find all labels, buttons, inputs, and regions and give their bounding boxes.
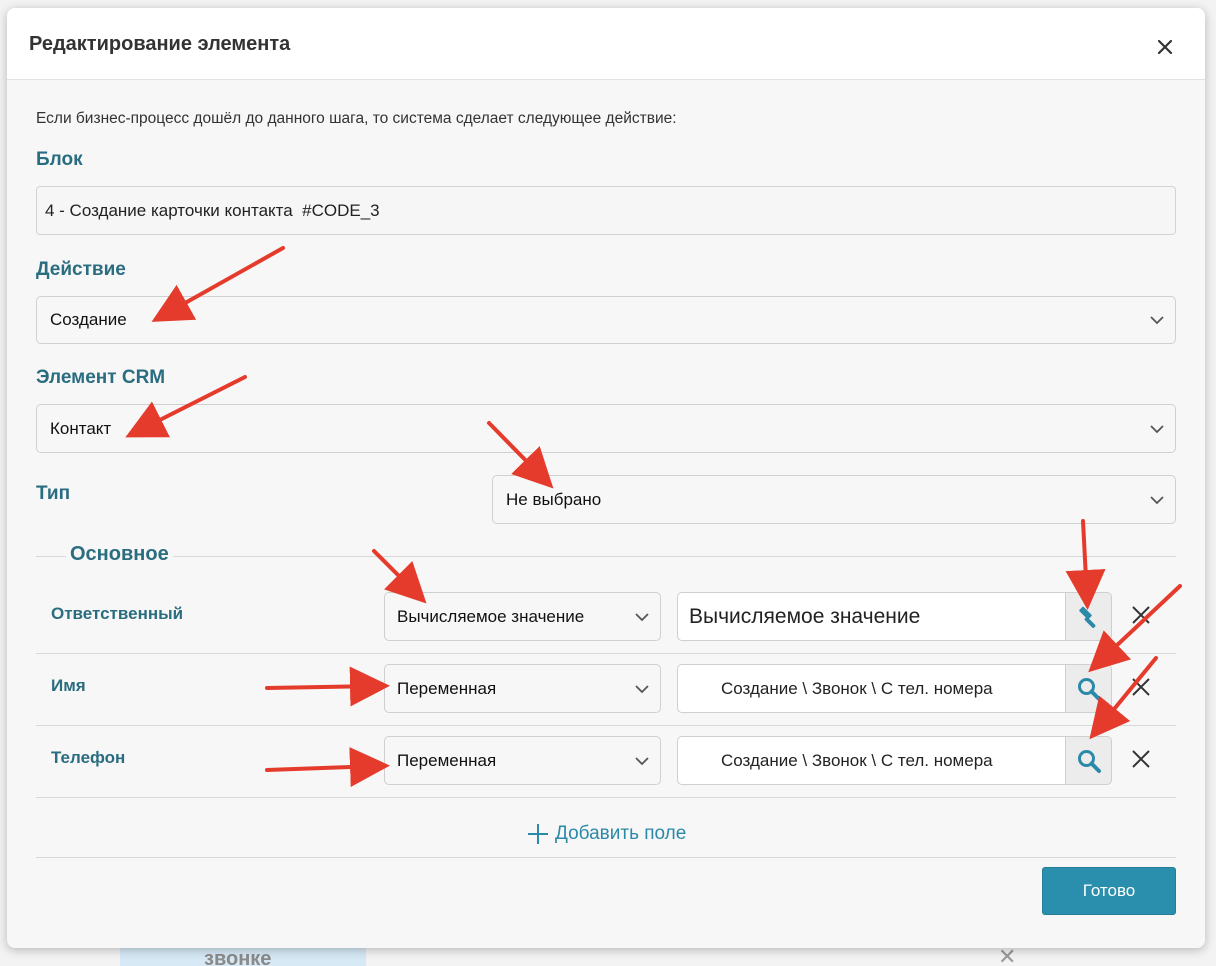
edit-element-dialog: Редактирование элемента Если бизнес-проц… bbox=[7, 8, 1205, 948]
block-value: 4 - Создание карточки контакта #CODE_3 bbox=[45, 200, 380, 220]
dialog-header: Редактирование элемента bbox=[7, 8, 1205, 80]
group-border bbox=[36, 556, 1176, 557]
footer-divider bbox=[36, 857, 1176, 858]
crm-element-select[interactable]: Контакт bbox=[36, 404, 1176, 453]
close-icon bbox=[1132, 750, 1150, 768]
phone-value-field[interactable]: Создание \ Звонок \ С тел. номера bbox=[677, 736, 1066, 785]
type-value: Не выбрано bbox=[506, 489, 602, 509]
type-select[interactable]: Не выбрано bbox=[492, 475, 1176, 524]
type-label: Тип bbox=[36, 483, 71, 504]
add-field-button[interactable]: Добавить поле bbox=[527, 823, 686, 845]
responsible-remove-button[interactable] bbox=[1130, 604, 1152, 626]
name-search-button[interactable] bbox=[1066, 664, 1112, 713]
done-button[interactable]: Готово bbox=[1042, 867, 1176, 915]
phone-value: Создание \ Звонок \ С тел. номера bbox=[721, 750, 993, 770]
action-value: Создание bbox=[50, 310, 127, 329]
responsible-mode-value: Вычисляемое значение bbox=[397, 606, 585, 626]
responsible-value: Вычисляемое значение bbox=[689, 604, 921, 628]
phone-mode-value: Переменная bbox=[397, 750, 497, 770]
close-icon bbox=[1132, 678, 1150, 696]
close-icon bbox=[1132, 606, 1150, 624]
crm-element-value: Контакт bbox=[50, 418, 112, 438]
phone-search-button[interactable] bbox=[1066, 736, 1112, 785]
name-remove-button[interactable] bbox=[1130, 676, 1152, 698]
row-label-phone: Телефон bbox=[51, 748, 126, 767]
action-label: Действие bbox=[36, 259, 126, 280]
name-value-field[interactable]: Создание \ Звонок \ С тел. номера bbox=[677, 664, 1066, 713]
row-divider bbox=[36, 725, 1176, 726]
add-field-label: Добавить поле bbox=[555, 823, 687, 844]
phone-remove-button[interactable] bbox=[1130, 748, 1152, 770]
block-field: 4 - Создание карточки контакта #CODE_3 bbox=[36, 186, 1176, 235]
row-label-responsible: Ответственный bbox=[51, 604, 184, 623]
intro-text: Если бизнес-процесс дошёл до данного шаг… bbox=[36, 110, 677, 127]
name-value: Создание \ Звонок \ С тел. номера bbox=[721, 678, 993, 698]
row-divider bbox=[36, 653, 1176, 654]
responsible-value-field[interactable]: Вычисляемое значение bbox=[677, 592, 1066, 641]
chevron-down-icon bbox=[1150, 316, 1164, 325]
phone-mode-select[interactable]: Переменная bbox=[384, 736, 661, 785]
group-legend: Основное bbox=[66, 543, 173, 566]
chevron-down-icon bbox=[1150, 495, 1164, 504]
search-icon bbox=[1077, 749, 1101, 773]
chevron-down-icon bbox=[635, 684, 649, 693]
dialog-title: Редактирование элемента bbox=[29, 33, 291, 55]
chevron-down-icon bbox=[635, 756, 649, 765]
responsible-mode-select[interactable]: Вычисляемое значение bbox=[384, 592, 661, 641]
close-icon bbox=[1157, 39, 1173, 55]
name-mode-value: Переменная bbox=[397, 678, 497, 698]
crm-element-label: Элемент CRM bbox=[36, 367, 166, 388]
chevron-down-icon bbox=[635, 612, 649, 621]
responsible-calc-button[interactable] bbox=[1066, 592, 1112, 641]
plus-icon bbox=[528, 824, 548, 844]
hammer-icon bbox=[1078, 606, 1095, 628]
row-divider bbox=[36, 797, 1176, 798]
close-button[interactable] bbox=[1153, 35, 1177, 59]
name-mode-select[interactable]: Переменная bbox=[384, 664, 661, 713]
block-label: Блок bbox=[36, 149, 83, 170]
search-icon bbox=[1077, 677, 1101, 701]
chevron-down-icon bbox=[1150, 424, 1164, 433]
action-select[interactable]: Создание bbox=[36, 296, 1176, 344]
row-label-name: Имя bbox=[51, 676, 86, 695]
background-card-text: звонке bbox=[204, 948, 272, 966]
